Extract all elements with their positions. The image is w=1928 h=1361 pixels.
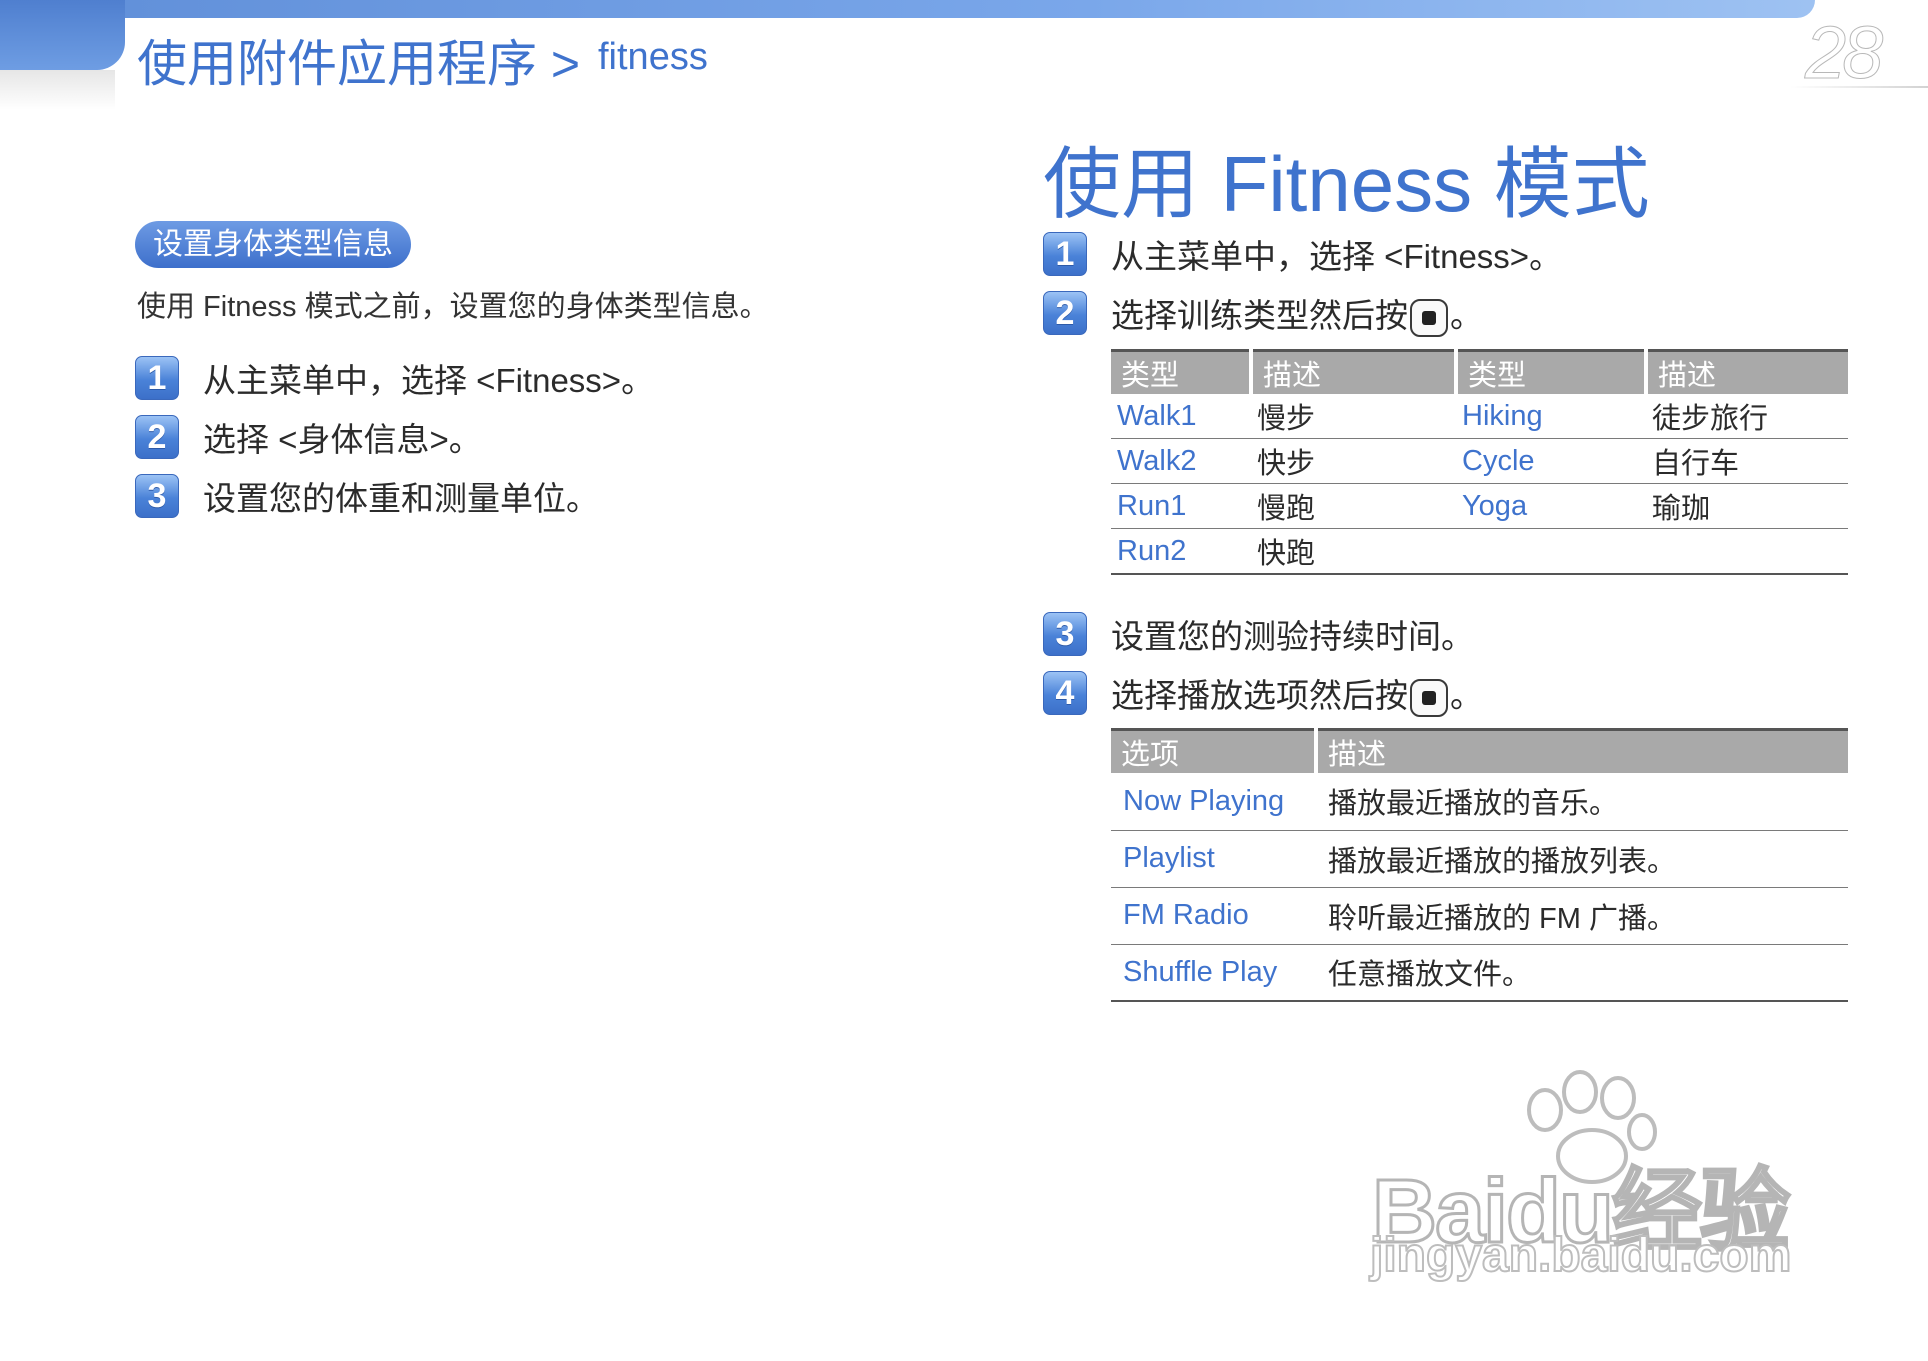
- step-text: 设置您的体重和测量单位。: [203, 480, 599, 517]
- step-text: 从主菜单中，选择 <Fitness>。: [1111, 238, 1563, 275]
- watermark-url: jingyan.baidu.com: [1369, 1228, 1792, 1283]
- desc-cell: 慢跑: [1251, 483, 1456, 529]
- table-header-row: 选项 描述: [1111, 728, 1848, 773]
- type-cell: Hiking: [1456, 394, 1646, 439]
- page-number-rule: [1790, 86, 1928, 88]
- column-header: 类型: [1454, 349, 1646, 394]
- step-text-suffix: 。: [1450, 677, 1483, 714]
- column-header: 描述: [1314, 728, 1848, 773]
- right-step-1: 1 从主菜单中，选择 <Fitness>。: [1043, 230, 1562, 278]
- type-cell: Run1: [1111, 483, 1251, 529]
- right-step-2: 2 选择训练类型然后按 。: [1043, 289, 1483, 338]
- option-cell: FM Radio: [1111, 887, 1316, 945]
- breadcrumb-current: fitness: [598, 36, 708, 78]
- left-step-2: 2 选择 <身体信息>。: [135, 413, 482, 461]
- desc-cell: 自行车: [1646, 438, 1848, 484]
- header-tab-shadow: [0, 70, 115, 110]
- type-cell: [1456, 528, 1646, 575]
- desc-cell: 播放最近播放的音乐。: [1316, 773, 1848, 831]
- type-cell: Walk2: [1111, 438, 1251, 484]
- play-option-table: 选项 描述 Now Playing 播放最近播放的音乐。 Playlist 播放…: [1111, 728, 1848, 1002]
- type-cell: Cycle: [1456, 438, 1646, 484]
- table-row: Playlist 播放最近播放的播放列表。: [1111, 830, 1848, 888]
- desc-cell: [1646, 528, 1848, 575]
- desc-cell: 播放最近播放的播放列表。: [1316, 830, 1848, 888]
- desc-cell: 徒步旅行: [1646, 394, 1848, 439]
- workout-type-table: 类型 描述 类型 描述 Walk1 慢步 Hiking 徒步旅行 Walk2 快…: [1111, 349, 1848, 575]
- desc-cell: 快步: [1251, 438, 1456, 484]
- step-number-badge: 2: [135, 415, 179, 459]
- table-row: Run1 慢跑 Yoga 瑜珈: [1111, 483, 1848, 529]
- type-cell: Walk1: [1111, 394, 1251, 439]
- column-header: 描述: [1249, 349, 1456, 394]
- step-text: 选择播放选项然后按 。: [1111, 669, 1483, 718]
- section-title: 使用 Fitness 模式: [1043, 140, 1650, 228]
- step-text-suffix: 。: [1450, 297, 1483, 334]
- option-cell: Shuffle Play: [1111, 944, 1316, 1002]
- right-step-3: 3 设置您的测验持续时间。: [1043, 610, 1474, 658]
- table-row: Shuffle Play 任意播放文件。: [1111, 944, 1848, 1002]
- step-text: 设置您的测验持续时间。: [1111, 618, 1474, 655]
- step-text: 选择 <身体信息>。: [203, 421, 482, 458]
- step-text-main: 选择播放选项然后按: [1111, 677, 1408, 714]
- center-button-icon: [1410, 679, 1448, 718]
- table-row: FM Radio 聆听最近播放的 FM 广播。: [1111, 887, 1848, 945]
- desc-cell: 任意播放文件。: [1316, 944, 1848, 1002]
- step-text: 选择训练类型然后按 。: [1111, 289, 1483, 338]
- desc-cell: 聆听最近播放的 FM 广播。: [1316, 887, 1848, 945]
- column-header: 类型: [1111, 349, 1251, 394]
- step-text: 从主菜单中，选择 <Fitness>。: [203, 362, 655, 399]
- step-number-badge: 3: [1043, 612, 1087, 656]
- table-row: Walk1 慢步 Hiking 徒步旅行: [1111, 394, 1848, 439]
- desc-cell: 瑜珈: [1646, 483, 1848, 529]
- step-text-main: 选择训练类型然后按: [1111, 297, 1408, 334]
- table-row: Walk2 快步 Cycle 自行车: [1111, 438, 1848, 484]
- step-number-badge: 4: [1043, 671, 1087, 716]
- header-tab: [0, 0, 125, 70]
- step-number-badge: 3: [135, 474, 179, 518]
- type-cell: Run2: [1111, 528, 1251, 575]
- column-header: 选项: [1111, 728, 1316, 773]
- left-step-3: 3 设置您的体重和测量单位。: [135, 472, 599, 520]
- desc-cell: 快跑: [1251, 528, 1456, 575]
- step-number-badge: 1: [135, 356, 179, 400]
- table-header-row: 类型 描述 类型 描述: [1111, 349, 1848, 394]
- header-band: [0, 0, 1815, 18]
- table-row: Now Playing 播放最近播放的音乐。: [1111, 773, 1848, 831]
- option-cell: Now Playing: [1111, 773, 1316, 831]
- table-row: Run2 快跑: [1111, 528, 1848, 575]
- right-step-4: 4 选择播放选项然后按 。: [1043, 669, 1483, 718]
- column-header: 描述: [1644, 349, 1848, 394]
- breadcrumb: 使用附件应用程序 >: [137, 36, 581, 92]
- intro-text: 使用 Fitness 模式之前，设置您的身体类型信息。: [137, 291, 769, 323]
- left-step-1: 1 从主菜单中，选择 <Fitness>。: [135, 354, 654, 402]
- section-pill: 设置身体类型信息: [135, 221, 411, 268]
- step-number-badge: 1: [1043, 232, 1087, 276]
- option-cell: Playlist: [1111, 830, 1316, 888]
- desc-cell: 慢步: [1251, 394, 1456, 439]
- type-cell: Yoga: [1456, 483, 1646, 529]
- center-button-icon: [1410, 299, 1448, 338]
- step-number-badge: 2: [1043, 291, 1087, 336]
- page-number: 28: [1804, 11, 1883, 95]
